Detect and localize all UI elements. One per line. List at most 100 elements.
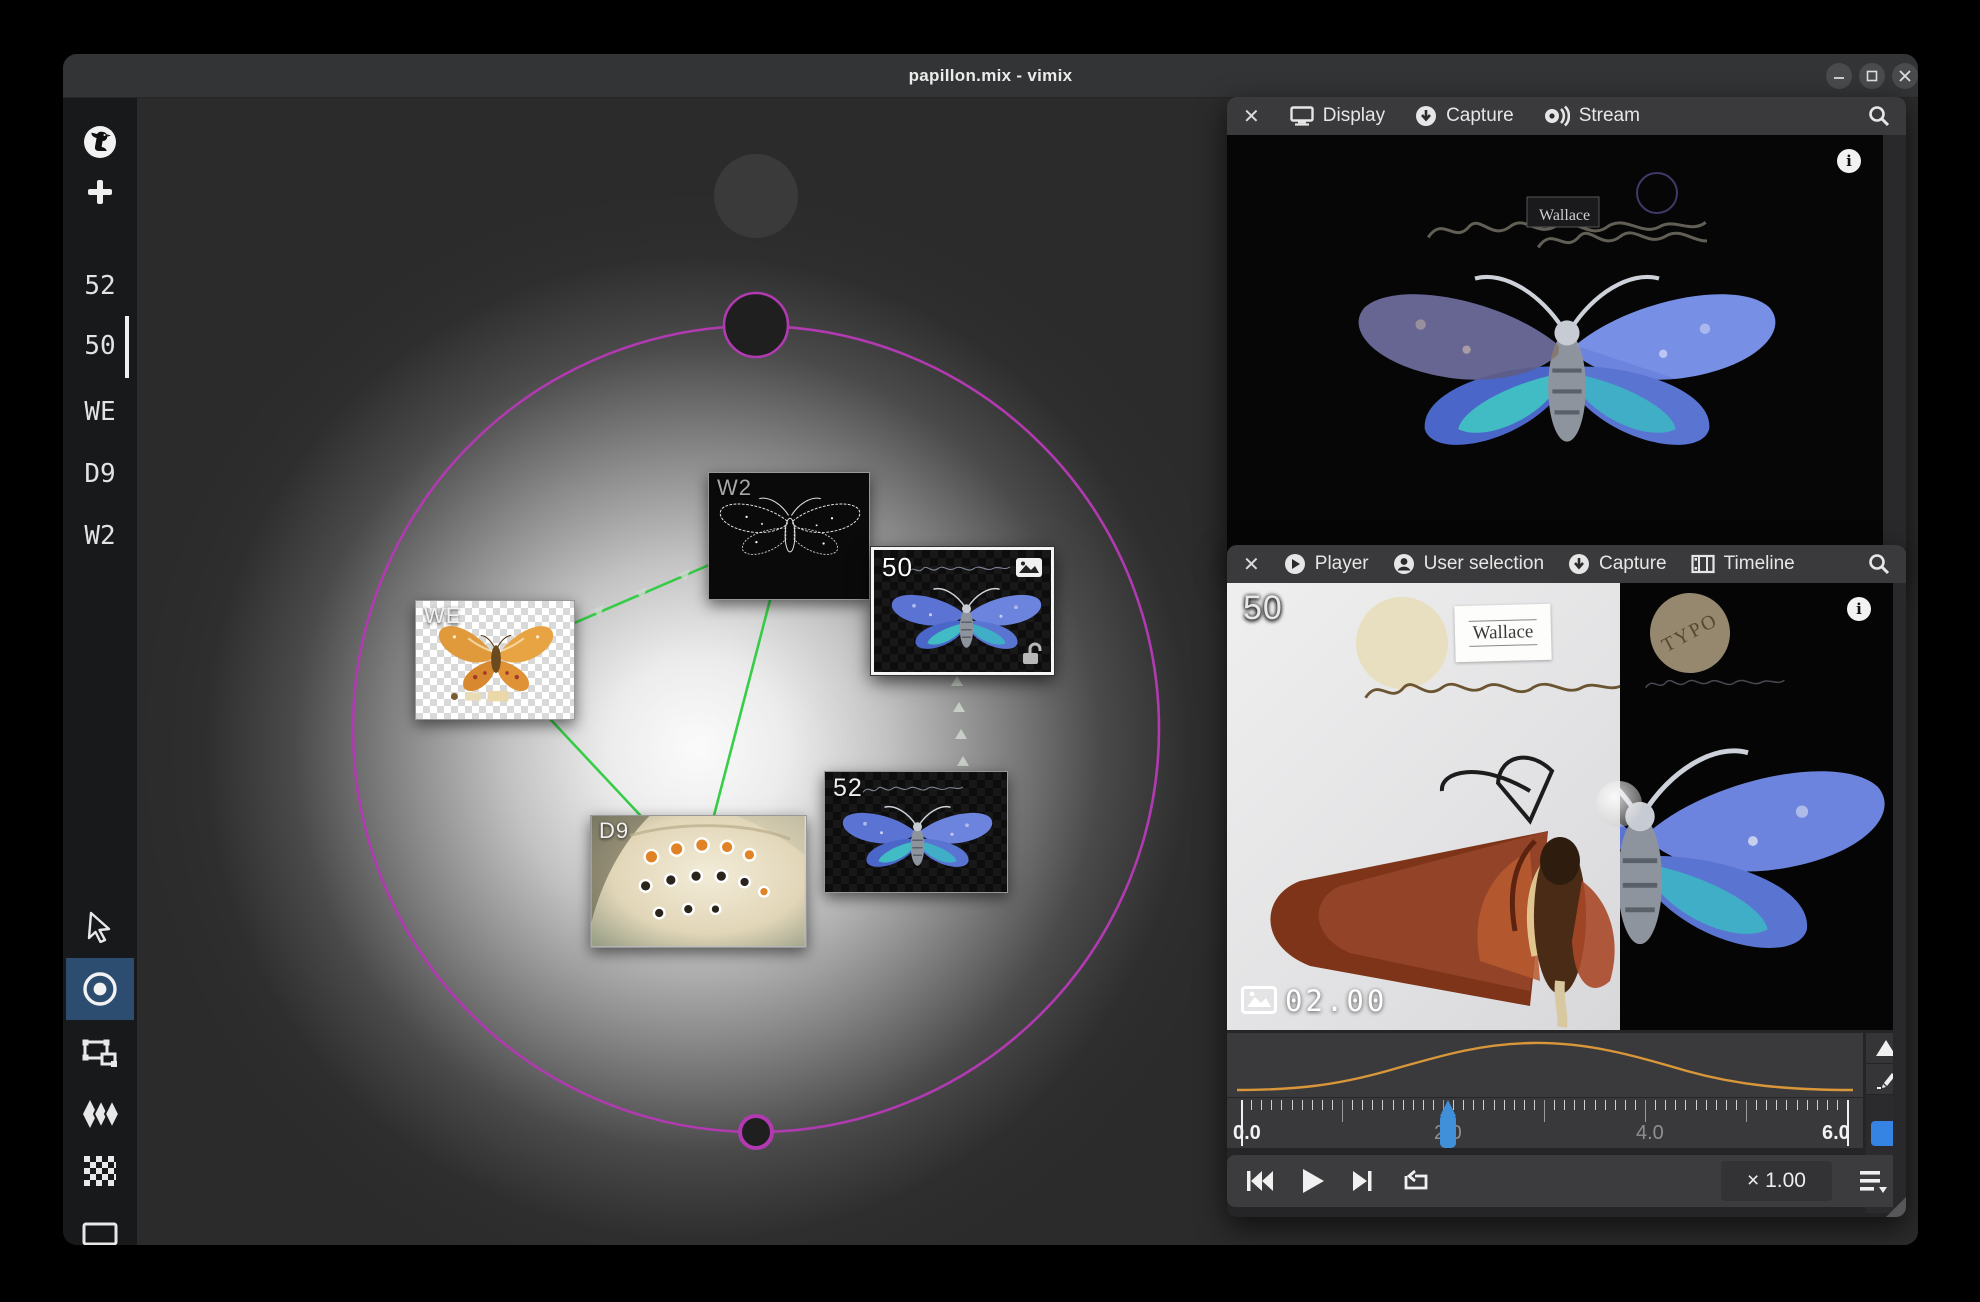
timeline-icon bbox=[1691, 554, 1715, 574]
mixing-ring[interactable] bbox=[353, 326, 1159, 1132]
player-close-button[interactable]: ✕ bbox=[1243, 552, 1260, 577]
ruler-tick bbox=[1514, 1100, 1515, 1110]
search-icon[interactable] bbox=[1868, 105, 1890, 127]
player-frame-right: TYPO bbox=[1620, 583, 1893, 1030]
tool-cursor[interactable] bbox=[66, 896, 134, 958]
close-button[interactable] bbox=[1892, 63, 1918, 89]
ruler-tick bbox=[1756, 1100, 1757, 1110]
sidebar-source-W2[interactable]: W2 bbox=[63, 518, 137, 554]
ruler-tick bbox=[1766, 1100, 1767, 1110]
source-thumb-WE[interactable]: WE bbox=[415, 600, 575, 720]
tool-geometry-view[interactable] bbox=[66, 1023, 134, 1085]
output-close-button[interactable]: ✕ bbox=[1243, 104, 1260, 129]
tick-label-6: 6.0 bbox=[1822, 1122, 1850, 1145]
ruler-tick bbox=[1554, 1100, 1555, 1110]
tab-player[interactable]: Player bbox=[1284, 553, 1369, 575]
tool-layers-view[interactable] bbox=[66, 1083, 134, 1145]
ruler-tick bbox=[1645, 1100, 1646, 1122]
tab-capture[interactable]: Capture bbox=[1415, 105, 1514, 127]
source-thumb-D9[interactable]: D9 bbox=[590, 815, 807, 948]
source-sidebar: 52 50 WE D9 W2 bbox=[63, 98, 137, 1245]
ruler-tick bbox=[1574, 1100, 1575, 1110]
tab-stream[interactable]: Stream bbox=[1544, 105, 1640, 127]
tool-display-view[interactable] bbox=[66, 1206, 134, 1245]
ruler-tick bbox=[1827, 1100, 1828, 1110]
tab-timeline[interactable]: Timeline bbox=[1691, 553, 1795, 575]
sidebar-source-D9[interactable]: D9 bbox=[63, 456, 137, 492]
ruler-tick bbox=[1564, 1100, 1565, 1110]
vimix-logo[interactable] bbox=[63, 124, 137, 160]
ring-node-bottom[interactable] bbox=[740, 1116, 772, 1148]
ruler-tick bbox=[1433, 1100, 1434, 1110]
ruler-tick bbox=[1524, 1100, 1525, 1110]
thumb-label: D9 bbox=[599, 818, 629, 844]
loop-button[interactable] bbox=[1401, 1168, 1431, 1194]
ruler-tick bbox=[1726, 1100, 1727, 1110]
unlock-icon[interactable] bbox=[1021, 642, 1043, 666]
fading-curve bbox=[1237, 1043, 1853, 1090]
ruler-tick bbox=[1817, 1100, 1818, 1110]
player-panel-header: ✕ Player User selection bbox=[1227, 545, 1906, 583]
ruler-tick bbox=[1807, 1100, 1808, 1110]
ruler-tick bbox=[1322, 1100, 1323, 1110]
active-source-indicator bbox=[125, 316, 129, 378]
source-thumb-W2[interactable]: W2 bbox=[708, 472, 870, 600]
ruler-tick bbox=[1302, 1100, 1303, 1110]
ruler-tick bbox=[1534, 1100, 1535, 1110]
player-menu-button[interactable] bbox=[1858, 1168, 1888, 1194]
timeline-ruler[interactable]: 0.0 2.0 4.0 6.0 bbox=[1227, 1098, 1863, 1148]
ruler-tick bbox=[1685, 1100, 1686, 1110]
ruler-tick bbox=[1665, 1100, 1666, 1110]
output-ghost-circle bbox=[714, 154, 798, 238]
player-source-label: 50 bbox=[1243, 589, 1283, 628]
source-thumb-52[interactable]: 52 bbox=[824, 771, 1008, 893]
mix-fader-handle[interactable] bbox=[1596, 781, 1642, 827]
player-preview[interactable]: Wallace TYPO 50 i bbox=[1227, 583, 1893, 1030]
tab-user-selection[interactable]: User selection bbox=[1393, 553, 1544, 575]
thumb-label: 52 bbox=[833, 774, 863, 803]
ruler-tick bbox=[1746, 1100, 1747, 1122]
timeline-curve-area[interactable] bbox=[1227, 1033, 1863, 1097]
panel-resize-handle[interactable] bbox=[1886, 1197, 1906, 1217]
display-icon bbox=[1290, 106, 1314, 126]
specimen-label-text: Wallace bbox=[1539, 207, 1590, 225]
ruler-tick bbox=[1352, 1100, 1353, 1110]
ruler-tick bbox=[1473, 1100, 1474, 1110]
tick-label-4: 4.0 bbox=[1636, 1122, 1664, 1145]
ruler-tick bbox=[1605, 1100, 1606, 1110]
info-icon[interactable]: i bbox=[1837, 149, 1861, 173]
sidebar-source-52[interactable]: 52 bbox=[63, 268, 137, 304]
minimize-button[interactable] bbox=[1826, 63, 1852, 89]
skip-start-button[interactable] bbox=[1245, 1169, 1275, 1193]
ruler-tick bbox=[1312, 1100, 1313, 1110]
source-thumb-50[interactable]: 50 bbox=[871, 547, 1054, 675]
search-icon[interactable] bbox=[1868, 553, 1890, 575]
maximize-button[interactable] bbox=[1859, 63, 1885, 89]
play-button[interactable] bbox=[1301, 1168, 1325, 1194]
playhead[interactable] bbox=[1437, 1100, 1459, 1148]
ruler-tick bbox=[1615, 1100, 1616, 1110]
tab-capture[interactable]: Capture bbox=[1568, 553, 1667, 575]
add-source-button[interactable] bbox=[63, 174, 137, 210]
sidebar-source-WE[interactable]: WE bbox=[63, 394, 137, 430]
ruler-tick bbox=[1797, 1100, 1798, 1110]
player-timecode: 02.00 bbox=[1285, 984, 1387, 1018]
output-panel-gutter bbox=[1883, 135, 1906, 571]
ruler-tick bbox=[1372, 1100, 1373, 1110]
ruler-tick bbox=[1423, 1100, 1424, 1110]
ruler-tick bbox=[1281, 1100, 1282, 1110]
tool-mixing-view[interactable] bbox=[66, 958, 134, 1020]
transport-bar: × 1.00 bbox=[1227, 1155, 1906, 1207]
tool-texture-view[interactable] bbox=[66, 1141, 134, 1203]
info-icon[interactable]: i bbox=[1847, 597, 1871, 621]
step-forward-button[interactable] bbox=[1351, 1169, 1375, 1193]
player-panel-gutter bbox=[1893, 583, 1906, 1217]
ruler-tick bbox=[1675, 1100, 1676, 1110]
playback-speed[interactable]: × 1.00 bbox=[1721, 1161, 1832, 1201]
titlebar: papillon.mix - vimix bbox=[63, 54, 1918, 98]
ring-node-top[interactable] bbox=[724, 293, 788, 357]
ruler-tick bbox=[1332, 1100, 1333, 1110]
stream-icon bbox=[1544, 105, 1570, 127]
tab-display[interactable]: Display bbox=[1290, 105, 1385, 127]
ruler-tick bbox=[1625, 1100, 1626, 1110]
